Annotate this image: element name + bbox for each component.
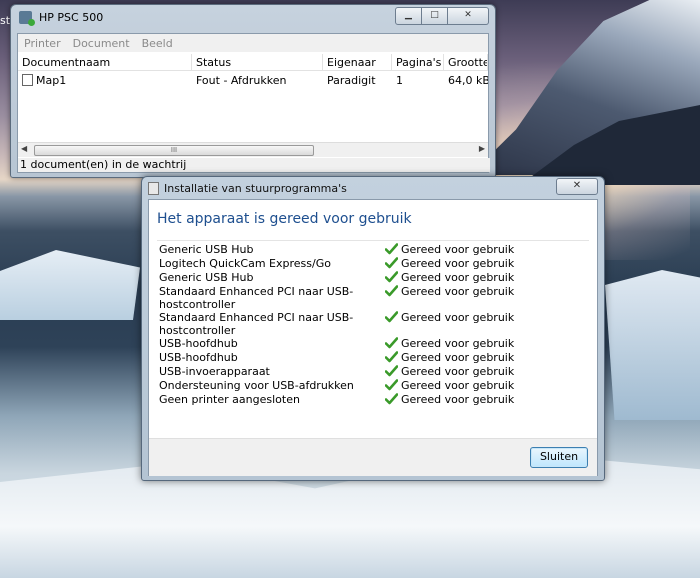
close-dialog-button[interactable]: Sluiten (530, 447, 588, 468)
menu-document[interactable]: Document (67, 34, 136, 52)
device-status: Gereed voor gebruik (384, 393, 515, 406)
list-item: Generic USB Hub Gereed voor gebruik (159, 243, 589, 257)
device-status: Gereed voor gebruik (384, 285, 515, 298)
print-queue-window[interactable]: HP PSC 500 ▁ □ ✕ Printer Document Beeld … (10, 4, 496, 178)
scroll-left-icon[interactable]: ◀ (21, 144, 27, 153)
menu-view[interactable]: Beeld (136, 34, 179, 52)
column-header-size[interactable]: Grootte (444, 54, 488, 70)
dialog-title: Installatie van stuurprogramma's (164, 182, 347, 195)
device-name: Standaard Enhanced PCI naar USB-hostcont… (159, 285, 354, 311)
device-name: Logitech QuickCam Express/Go (159, 257, 331, 270)
checkmark-icon (384, 351, 399, 363)
column-header-owner[interactable]: Eigenaar (323, 54, 392, 70)
column-header-name[interactable]: Documentnaam (18, 54, 192, 70)
cell-document-name: Map1 (18, 72, 192, 90)
close-button[interactable]: ✕ (448, 7, 489, 25)
device-status-text: Gereed voor gebruik (401, 365, 515, 378)
checkmark-icon (384, 257, 399, 269)
device-name: Generic USB Hub (159, 243, 254, 256)
document-name: Map1 (36, 74, 67, 87)
table-row[interactable]: Map1 Fout - Afdrukken Paradigit 1 64,0 k… (18, 72, 488, 90)
device-status: Gereed voor gebruik (384, 311, 515, 324)
device-status: Gereed voor gebruik (384, 271, 515, 284)
device-name: USB-hoofdhub (159, 337, 238, 350)
device-status-text: Gereed voor gebruik (401, 311, 515, 324)
cell-size: 64,0 kB (448, 74, 488, 87)
scrollbar-thumb[interactable]: III (34, 145, 314, 156)
printer-icon (19, 11, 35, 26)
list-item: Standaard Enhanced PCI naar USB-hostcont… (159, 311, 589, 337)
checkmark-icon (384, 285, 399, 297)
menu-printer[interactable]: Printer (18, 34, 67, 52)
window-title: HP PSC 500 (39, 11, 104, 24)
desktop-iceberg-right (605, 270, 700, 420)
caption-buttons: ▁ □ ✕ (395, 7, 489, 25)
device-status: Gereed voor gebruik (384, 337, 515, 350)
device-name: Ondersteuning voor USB-afdrukken (159, 379, 354, 392)
list-header: Documentnaam Status Eigenaar Pagina's Gr… (18, 54, 488, 71)
device-name: Generic USB Hub (159, 271, 254, 284)
list-item: Standaard Enhanced PCI naar USB-hostcont… (159, 285, 589, 311)
device-status-text: Gereed voor gebruik (401, 351, 515, 364)
device-status: Gereed voor gebruik (384, 365, 515, 378)
device-name: USB-hoofdhub (159, 351, 238, 364)
driver-install-dialog[interactable]: Installatie van stuurprogramma's ✕ Het a… (141, 176, 605, 481)
dialog-close-button[interactable]: ✕ (556, 178, 598, 195)
device-status: Gereed voor gebruik (384, 379, 515, 392)
print-queue-titlebar[interactable]: HP PSC 500 ▁ □ ✕ (11, 5, 495, 31)
device-list: Generic USB Hub Gereed voor gebruik Logite… (159, 243, 589, 407)
device-status-text: Gereed voor gebruik (401, 379, 515, 392)
device-status-text: Gereed voor gebruik (401, 337, 515, 350)
list-item: Geen printer aangesloten Gereed voor gebr… (159, 393, 589, 407)
cell-status: Fout - Afdrukken (196, 74, 287, 87)
list-item: USB-hoofdhub Gereed voor gebruik (159, 351, 589, 365)
device-status-text: Gereed voor gebruik (401, 393, 515, 406)
checkmark-icon (384, 365, 399, 377)
checkmark-icon (384, 243, 399, 255)
dialog-icon (148, 182, 159, 195)
device-status: Gereed voor gebruik (384, 243, 515, 256)
document-list: Documentnaam Status Eigenaar Pagina's Gr… (18, 54, 488, 140)
scroll-right-icon[interactable]: ▶ (479, 144, 485, 153)
list-item: USB-invoerapparaat Gereed voor gebruik (159, 365, 589, 379)
print-queue-client: Printer Document Beeld Documentnaam Stat… (17, 33, 490, 173)
device-name: USB-invoerapparaat (159, 365, 270, 378)
list-item: Logitech QuickCam Express/Go Gereed voor … (159, 257, 589, 271)
list-item: Generic USB Hub Gereed voor gebruik (159, 271, 589, 285)
maximize-button[interactable]: □ (422, 7, 448, 25)
dialog-client: Het apparaat is gereed voor gebruik Gene… (148, 199, 598, 476)
device-status: Gereed voor gebruik (384, 257, 515, 270)
checkmark-icon (384, 337, 399, 349)
checkmark-icon (384, 311, 399, 323)
checkmark-icon (384, 379, 399, 391)
dialog-heading: Het apparaat is gereed voor gebruik (157, 211, 412, 227)
horizontal-scrollbar[interactable]: ◀ III ▶ (18, 142, 488, 157)
list-item: USB-hoofdhub Gereed voor gebruik (159, 337, 589, 351)
menu-bar: Printer Document Beeld (18, 34, 488, 52)
column-header-status[interactable]: Status (192, 54, 323, 70)
device-status-text: Gereed voor gebruik (401, 243, 515, 256)
list-item: Ondersteuning voor USB-afdrukken Gereed v… (159, 379, 589, 393)
column-header-pages[interactable]: Pagina's (392, 54, 444, 70)
minimize-button[interactable]: ▁ (395, 7, 422, 25)
device-status: Gereed voor gebruik (384, 351, 515, 364)
desktop-iceberg-left (0, 250, 140, 320)
device-name: Geen printer aangesloten (159, 393, 300, 406)
device-status-text: Gereed voor gebruik (401, 257, 515, 270)
document-icon (22, 74, 33, 86)
device-status-text: Gereed voor gebruik (401, 285, 515, 298)
dialog-footer: Sluiten (149, 438, 597, 476)
device-status-text: Gereed voor gebruik (401, 271, 515, 284)
desktop-window-fragment: st (0, 14, 11, 27)
divider (157, 240, 589, 241)
status-bar: 1 document(en) in de wachtrij (18, 158, 490, 172)
cell-owner: Paradigit (327, 74, 376, 87)
cell-pages: 1 (396, 74, 403, 87)
checkmark-icon (384, 393, 399, 405)
device-name: Standaard Enhanced PCI naar USB-hostcont… (159, 311, 354, 337)
checkmark-icon (384, 271, 399, 283)
